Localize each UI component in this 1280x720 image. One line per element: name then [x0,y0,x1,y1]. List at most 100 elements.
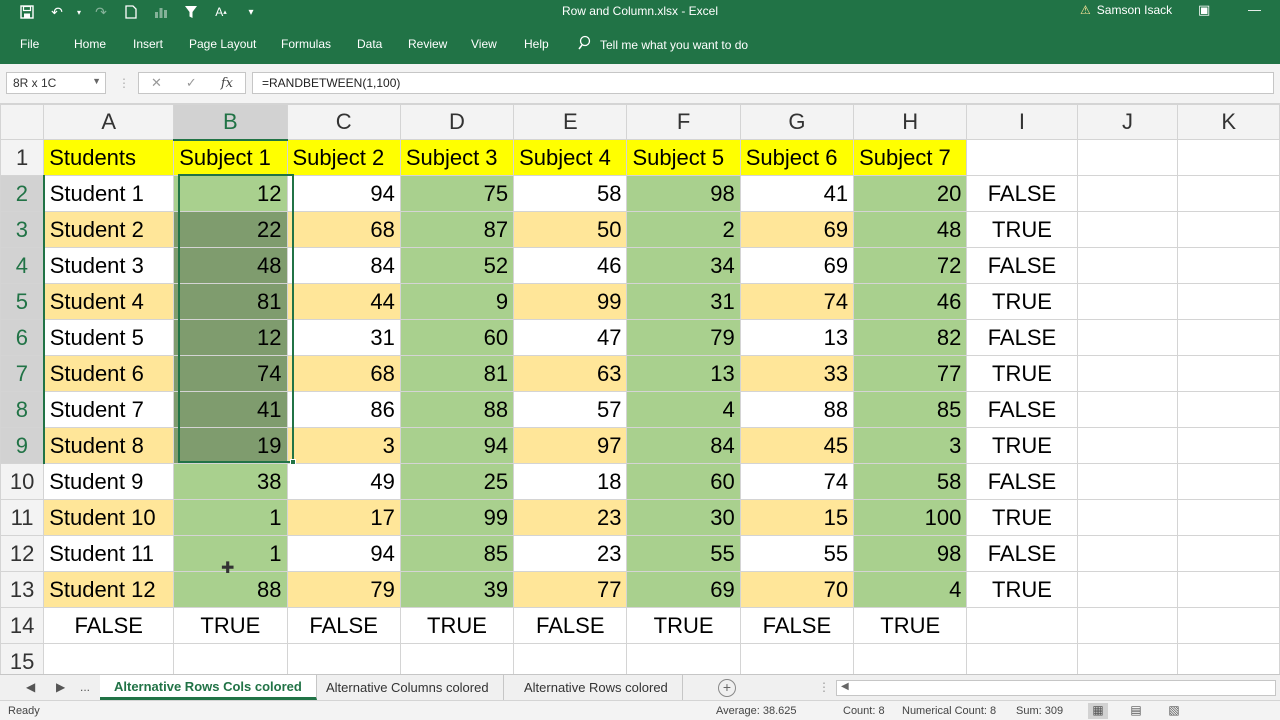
score-cell[interactable]: 69 [739,247,855,284]
score-cell[interactable]: 88 [739,391,855,428]
column-header-h[interactable]: H [853,104,968,140]
score-cell[interactable]: 25 [399,463,515,500]
empty-cell[interactable] [853,643,968,674]
empty-cell[interactable] [513,643,628,674]
score-cell[interactable]: 48 [173,247,288,284]
enter-icon[interactable]: ✓ [186,75,197,91]
score-cell[interactable]: 82 [853,319,968,356]
flag-cell[interactable]: FALSE [966,247,1078,284]
empty-cell[interactable] [1177,499,1280,536]
empty-cell[interactable] [399,643,515,674]
next-sheet-icon[interactable]: ▶ [56,680,65,694]
score-cell[interactable]: 20 [853,175,968,212]
score-cell[interactable]: 68 [286,211,401,248]
flag-cell[interactable]: TRUE [966,571,1078,608]
empty-cell[interactable] [1076,355,1179,392]
score-cell[interactable]: 30 [626,499,741,536]
score-cell[interactable]: 19 [173,427,288,464]
flag-cell[interactable]: FALSE [966,463,1078,500]
column-flag-cell[interactable]: FALSE [286,607,401,644]
tab-data[interactable]: Data [357,37,382,51]
empty-cell[interactable] [1076,571,1179,608]
worksheet-grid[interactable]: ABCDEFGHIJK 1 Students Subject 1 Subject 2S… [0,104,1280,674]
empty-cell[interactable] [1177,139,1280,176]
student-name-cell[interactable]: Student 3 [43,247,175,284]
score-cell[interactable]: 99 [513,283,628,320]
score-cell[interactable]: 45 [739,427,855,464]
score-cell[interactable]: 55 [739,535,855,572]
flag-cell[interactable]: FALSE [966,319,1078,356]
score-cell[interactable]: 77 [513,571,628,608]
score-cell[interactable]: 97 [513,427,628,464]
score-cell[interactable]: 72 [853,247,968,284]
student-name-cell[interactable]: Student 12 [43,571,175,608]
flag-cell[interactable]: TRUE [966,283,1078,320]
score-cell[interactable]: 98 [626,175,741,212]
empty-cell[interactable] [1177,607,1280,644]
empty-cell[interactable] [1177,535,1280,572]
row-header-1[interactable]: 1 [0,139,45,176]
score-cell[interactable]: 99 [399,499,515,536]
student-name-cell[interactable]: Student 8 [43,427,175,464]
score-cell[interactable]: 81 [173,283,288,320]
empty-cell[interactable] [1076,283,1179,320]
score-cell[interactable]: 60 [399,319,515,356]
empty-cell[interactable] [1177,643,1280,674]
header-cell[interactable]: Subject 3 [399,139,515,176]
empty-cell[interactable] [966,643,1078,674]
score-cell[interactable]: 3 [286,427,401,464]
score-cell[interactable]: 60 [626,463,741,500]
score-cell[interactable]: 38 [173,463,288,500]
empty-cell[interactable] [1076,427,1179,464]
row-header-2[interactable]: 2 [0,175,45,212]
score-cell[interactable]: 4 [626,391,741,428]
empty-cell[interactable] [626,643,741,674]
cancel-icon[interactable]: ✕ [151,75,162,91]
student-name-cell[interactable]: Student 5 [43,319,175,356]
row-header-15[interactable]: 15 [0,643,45,674]
score-cell[interactable]: 31 [626,283,741,320]
tab-insert[interactable]: Insert [133,37,163,51]
flag-cell[interactable]: FALSE [966,391,1078,428]
score-cell[interactable]: 70 [739,571,855,608]
score-cell[interactable]: 4 [853,571,968,608]
score-cell[interactable]: 13 [739,319,855,356]
score-cell[interactable]: 94 [286,175,401,212]
empty-cell[interactable] [1076,535,1179,572]
tab-formulas[interactable]: Formulas [281,37,331,51]
sheet-tab-alt-columns[interactable]: Alternative Columns colored [312,675,504,700]
horizontal-scrollbar[interactable]: ◀ [836,680,1276,696]
empty-cell[interactable] [1076,463,1179,500]
score-cell[interactable]: 34 [626,247,741,284]
score-cell[interactable]: 3 [853,427,968,464]
column-header-e[interactable]: E [513,104,628,140]
column-header-i[interactable]: I [966,104,1078,140]
column-header-d[interactable]: D [399,104,515,140]
score-cell[interactable]: 77 [853,355,968,392]
empty-cell[interactable] [1076,175,1179,212]
empty-cell[interactable] [1076,211,1179,248]
empty-cell[interactable] [1177,247,1280,284]
score-cell[interactable]: 58 [853,463,968,500]
score-cell[interactable]: 74 [739,283,855,320]
score-cell[interactable]: 55 [626,535,741,572]
empty-cell[interactable] [173,643,288,674]
empty-cell[interactable] [1177,211,1280,248]
empty-cell[interactable] [1177,175,1280,212]
flag-cell[interactable]: TRUE [966,499,1078,536]
column-header-j[interactable]: J [1076,104,1179,140]
normal-view-icon[interactable]: ▦ [1088,703,1108,719]
row-header-8[interactable]: 8 [0,391,45,428]
column-flag-cell[interactable]: FALSE [43,607,175,644]
score-cell[interactable]: 23 [513,535,628,572]
tab-review[interactable]: Review [408,37,447,51]
score-cell[interactable]: 1 [173,499,288,536]
empty-cell[interactable] [1177,283,1280,320]
empty-cell[interactable] [966,139,1078,176]
more-sheets[interactable]: ... [80,680,90,694]
flag-cell[interactable]: FALSE [966,535,1078,572]
add-sheet-icon[interactable]: + [718,679,736,697]
score-cell[interactable]: 87 [399,211,515,248]
score-cell[interactable]: 48 [853,211,968,248]
score-cell[interactable]: 41 [739,175,855,212]
